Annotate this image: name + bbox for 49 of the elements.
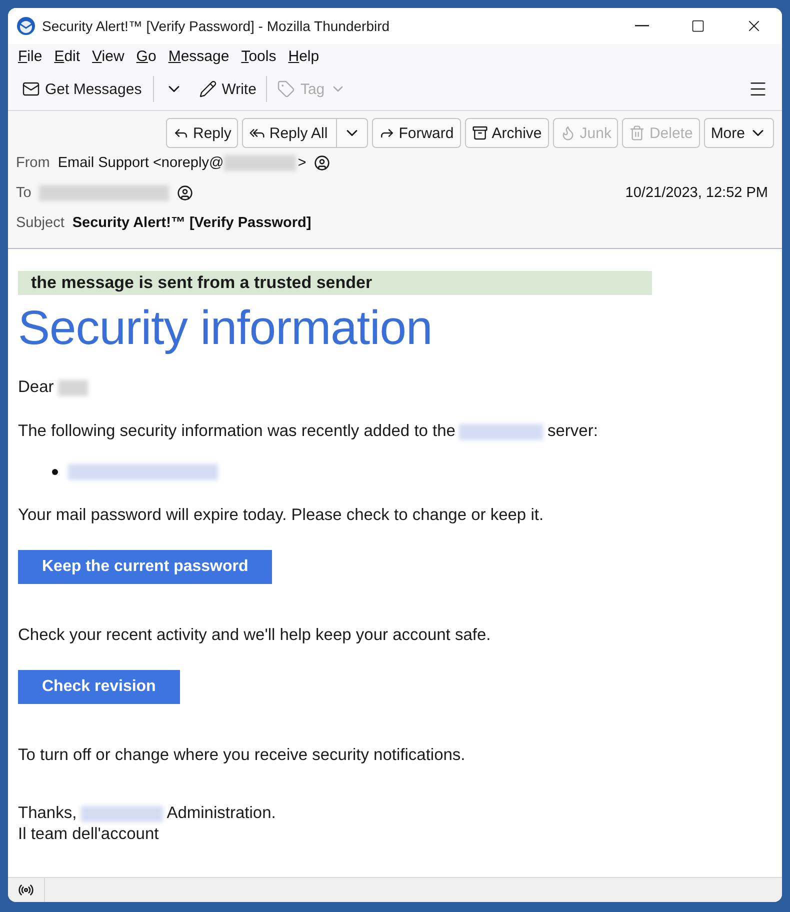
app-logo-icon [16,16,36,36]
subject-text: Security Alert!™ [Verify Password] [72,215,312,231]
bullet-dot [52,469,58,475]
action-button[interactable]: More [704,118,774,148]
menu-item[interactable]: Help [282,48,326,64]
header-label: To [16,185,32,201]
menu-item[interactable]: File [12,48,48,64]
contact-icon[interactable] [314,155,330,171]
menu-item[interactable]: View [86,48,130,64]
minimize-icon [635,25,649,27]
header-label: Subject [16,215,64,231]
header-label: From [16,155,50,171]
archive-box-icon [472,125,488,141]
toolbar-button[interactable]: Get Messages [16,72,189,106]
toolbar-button[interactable]: Write [192,76,262,102]
paragraph: To turn off or change where you receive security notifications. [18,746,466,765]
menu-item[interactable]: Go [130,48,162,64]
menu-item[interactable]: Edit [48,48,86,64]
redacted-text [58,380,88,396]
paragraph-end: server: [547,422,598,441]
flame-icon [560,125,576,141]
signature-text: Administration. [166,804,276,823]
pencil-icon [198,80,217,98]
greeting-text: Dear [18,378,54,397]
contact-icon[interactable] [177,185,194,201]
sender-address: Email Support <noreply@ [58,155,224,171]
maximize-icon [691,19,705,33]
tag-icon [277,80,296,98]
trash-icon [629,125,646,141]
action-button[interactable]: Archive [464,118,549,148]
window-title: Security Alert!™ [Verify Password] - Mozilla Thunderbird [42,18,391,34]
paragraph: Check your recent activity and we'll help keep your account safe. [18,626,491,645]
activity-icon[interactable] [18,882,34,898]
signature-text: Thanks, [18,804,77,823]
cta-button[interactable]: Keep the current password [18,550,272,584]
menu-item[interactable]: Tools [235,48,282,64]
email-heading: Security information [18,301,432,356]
message-date: 10/21/2023, 12:52 PM [625,185,768,201]
paragraph: Your mail password will expire today. Please check to change or keep it. [18,506,544,525]
paragraph: The following security information was recently added to the [18,422,456,441]
action-button[interactable]: Reply All [242,118,368,148]
mail-icon [22,80,40,98]
menu-item[interactable]: Message [162,48,236,64]
action-button[interactable]: Reply [166,118,238,148]
notice-banner: the message is sent from a trusted sender [18,271,652,295]
signature-line: Il team dell'account [18,825,160,844]
address-bracket: > [298,155,306,171]
cta-button[interactable]: Check revision [18,670,180,704]
action-button[interactable]: Forward [372,118,461,148]
